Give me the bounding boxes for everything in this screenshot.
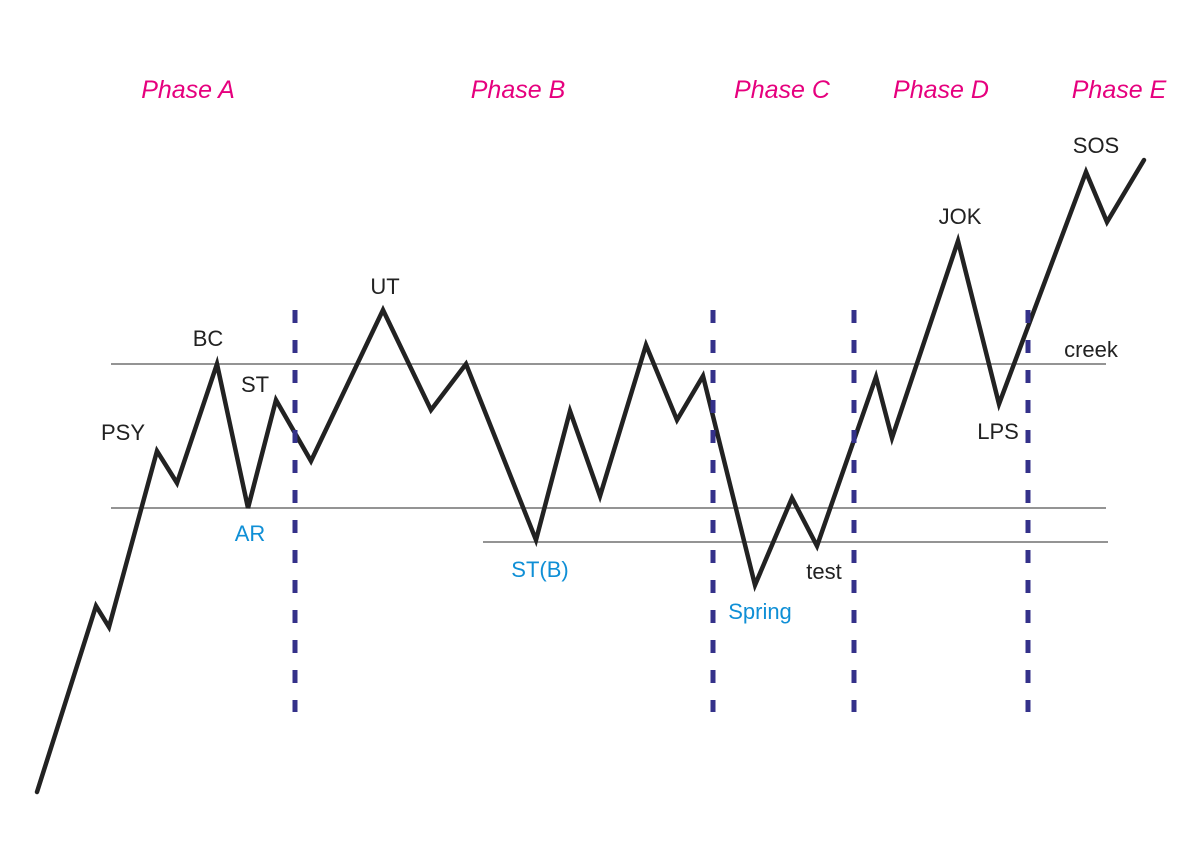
price-path xyxy=(34,157,1147,795)
stb-label: ST(B) xyxy=(511,557,568,582)
phase-c-label: Phase C xyxy=(734,76,831,104)
jok-label: JOK xyxy=(939,204,982,229)
ar-label: AR xyxy=(235,521,266,546)
sos-label: SOS xyxy=(1073,133,1119,158)
psy-label: PSY xyxy=(101,420,145,445)
st-label: ST xyxy=(241,372,269,397)
wyckoff-accumulation-diagram: Phase A Phase B Phase C Phase D Phase E … xyxy=(34,76,1167,795)
ut-label: UT xyxy=(370,274,399,299)
bc-label: BC xyxy=(193,326,224,351)
creek-label: creek xyxy=(1064,337,1119,362)
lps-label: LPS xyxy=(977,419,1019,444)
spring-label: Spring xyxy=(728,599,792,624)
test-label: test xyxy=(806,559,841,584)
phase-dividers xyxy=(292,310,1031,712)
phase-b-label: Phase B xyxy=(471,76,566,104)
phase-a-label: Phase A xyxy=(141,76,235,104)
phase-e-label: Phase E xyxy=(1072,76,1167,104)
phase-labels: Phase A Phase B Phase C Phase D Phase E xyxy=(141,76,1166,104)
phase-d-label: Phase D xyxy=(893,76,989,104)
event-labels: PSY BC ST AR UT ST(B) Spring test JOK LP… xyxy=(101,133,1119,624)
